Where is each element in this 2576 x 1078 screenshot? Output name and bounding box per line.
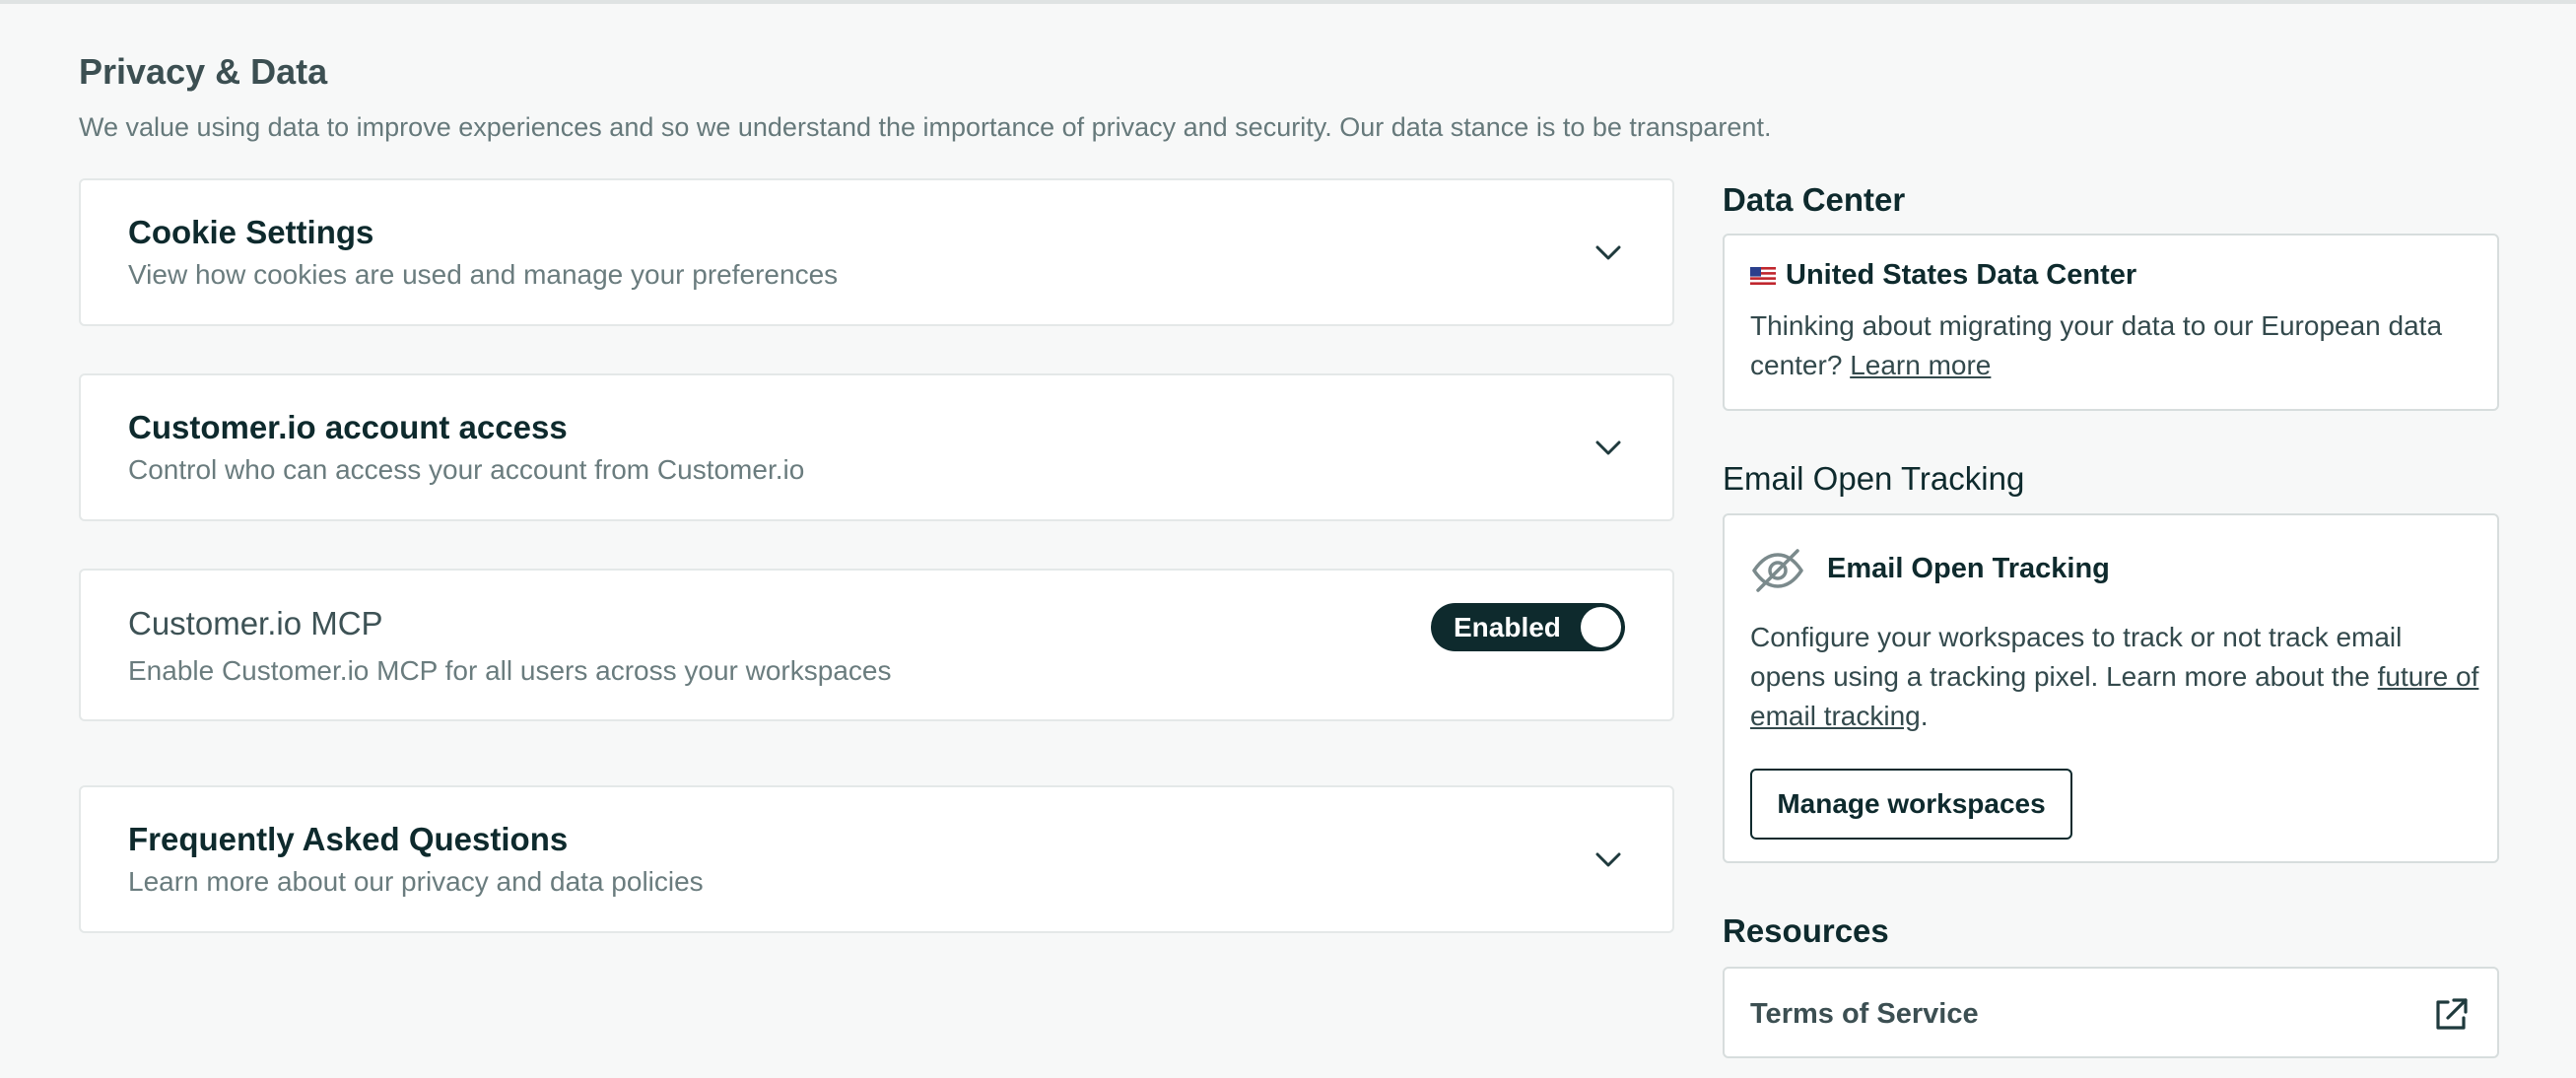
email-tracking-card: Email Open Tracking Configure your works… [1723, 513, 2499, 863]
account-access-subtitle: Control who can access your account from… [128, 454, 805, 485]
mcp-toggle[interactable]: Enabled [1431, 603, 1625, 651]
toggle-knob [1581, 607, 1621, 647]
resources-heading: Resources [1723, 912, 1889, 949]
faq-card[interactable]: Frequently Asked Questions Learn more ab… [79, 785, 1674, 933]
mcp-subtitle: Enable Customer.io MCP for all users acr… [128, 655, 892, 686]
data-center-text: Thinking about migrating your data to ou… [1750, 306, 2479, 385]
email-tracking-body: Configure your workspaces to track or no… [1750, 622, 2403, 692]
data-center-heading: Data Center [1723, 181, 1906, 218]
terms-of-service-card[interactable]: Terms of Service [1723, 967, 2499, 1058]
chevron-down-icon[interactable] [1595, 440, 1621, 456]
account-access-title: Customer.io account access [128, 409, 568, 445]
manage-workspaces-button[interactable]: Manage workspaces [1750, 769, 2072, 840]
terms-of-service-label: Terms of Service [1750, 998, 1979, 1030]
toggle-label: Enabled [1454, 612, 1561, 642]
email-tracking-text: Configure your workspaces to track or no… [1750, 618, 2479, 736]
cookie-settings-subtitle: View how cookies are used and manage you… [128, 259, 839, 290]
privacy-data-page: Privacy & Data We value using data to im… [0, 0, 2576, 1078]
cookie-settings-title: Cookie Settings [128, 214, 374, 250]
eye-off-icon [1752, 549, 1803, 592]
data-center-title: United States Data Center [1750, 259, 2136, 292]
data-center-title-text: United States Data Center [1786, 259, 2137, 291]
email-tracking-title: Email Open Tracking [1827, 553, 2110, 584]
chevron-down-icon[interactable] [1595, 245, 1621, 261]
data-center-card: United States Data Center Thinking about… [1723, 234, 2499, 411]
account-access-card[interactable]: Customer.io account access Control who c… [79, 373, 1674, 521]
external-link-icon[interactable] [2432, 996, 2470, 1034]
email-tracking-period: . [1920, 701, 1929, 731]
mcp-card: Customer.io MCP Enable Customer.io MCP f… [79, 569, 1674, 721]
page-title: Privacy & Data [79, 51, 328, 92]
learn-more-link[interactable]: Learn more [1850, 350, 1991, 380]
mcp-title: Customer.io MCP [128, 605, 383, 641]
chevron-down-icon[interactable] [1595, 852, 1621, 868]
cookie-settings-card[interactable]: Cookie Settings View how cookies are use… [79, 178, 1674, 326]
faq-subtitle: Learn more about our privacy and data po… [128, 866, 704, 897]
faq-title: Frequently Asked Questions [128, 821, 569, 857]
page-description: We value using data to improve experienc… [79, 112, 1772, 142]
email-tracking-heading: Email Open Tracking [1723, 460, 2025, 497]
us-flag-icon [1750, 266, 1776, 285]
